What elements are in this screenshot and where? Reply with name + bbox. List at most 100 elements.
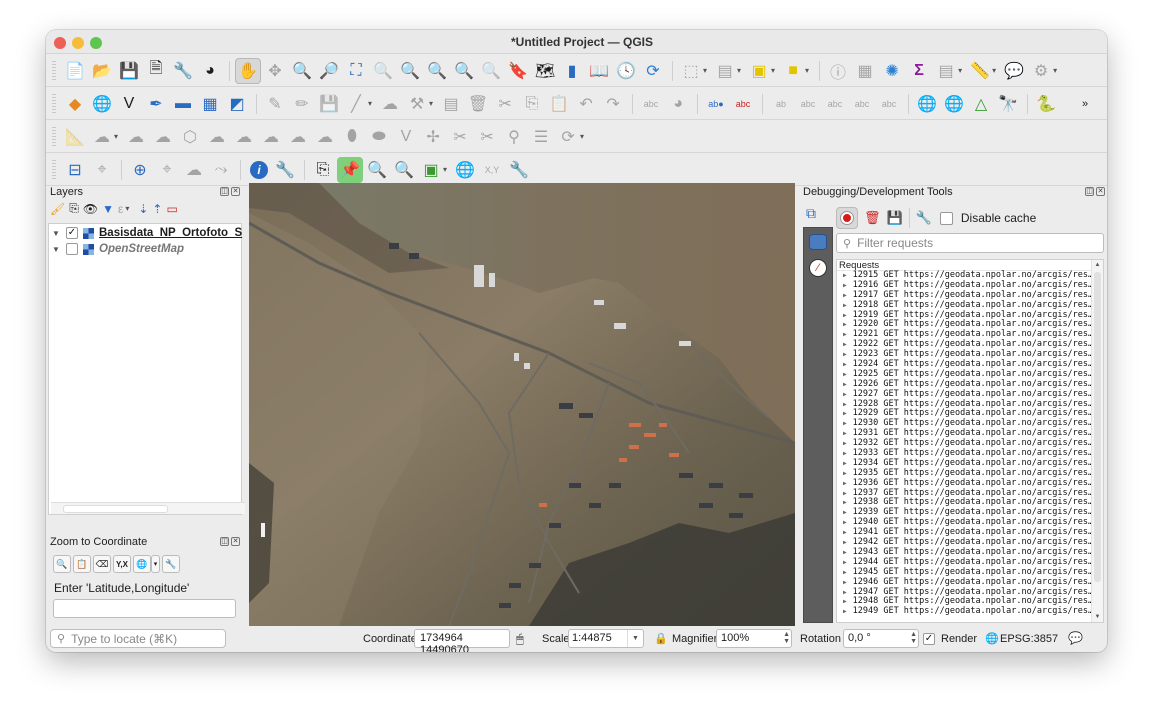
new-bookmark-icon[interactable]: 🔖 [505,58,531,84]
new-3d-map-icon[interactable]: 📖 [586,58,612,84]
rotate-label-icon[interactable]: abc [849,91,875,117]
zoom-last-icon[interactable]: 🔍 [451,58,477,84]
paste-features-icon[interactable]: 📋 [546,91,572,117]
expand-arrow-icon[interactable]: ▶ [843,341,847,348]
python-console-icon[interactable]: 🐍 [1033,91,1059,117]
record-button[interactable] [836,207,858,229]
layout-manager-icon[interactable]: 🔧 [170,58,196,84]
expand-arrow-icon[interactable]: ▶ [843,321,847,328]
expand-arrow-icon[interactable]: ▶ [843,480,847,487]
crs-globe-icon[interactable]: 🌐 [133,555,151,573]
modify-attributes-icon[interactable]: ▤ [438,91,464,117]
close-panel-button[interactable]: ✕ [231,187,240,196]
expand-chevron-icon[interactable]: ▼ [49,245,63,254]
toggle-editing-icon[interactable]: ✏ [289,91,315,117]
expand-arrow-icon[interactable]: ▶ [843,371,847,378]
split-features-icon[interactable]: ✢ [420,124,446,150]
zoom-out-icon[interactable]: 🔎 [316,58,342,84]
clear-log-icon[interactable]: 🗑 [864,210,881,226]
expand-arrow-icon[interactable]: ▶ [843,490,847,497]
zoom-to-layer-icon[interactable]: 🔍 [397,58,423,84]
select-by-location-icon[interactable]: ■ [780,58,806,84]
style-paint-icon[interactable]: 🖌 [50,202,65,216]
zoom-in-icon[interactable]: 🔍 [289,58,315,84]
pan-map-icon[interactable]: ✋ [235,57,261,84]
layer-visibility-checkbox[interactable] [66,243,78,255]
add-line-icon[interactable]: ╱ [343,91,369,117]
expand-arrow-icon[interactable]: ▶ [843,579,847,586]
database-icon[interactable] [809,234,827,250]
magnifier-spinbox[interactable]: 100% ▲ ▼ [716,629,792,648]
field-calculator-icon[interactable]: ▤ [933,58,959,84]
temporal-controller-icon[interactable]: 🕓 [613,58,639,84]
bookmark-manager-icon[interactable]: ▮ [559,58,585,84]
advanced-digitizing-icon[interactable]: 📐 [62,124,88,150]
expand-arrow-icon[interactable]: ▶ [843,272,847,279]
cut-features-icon[interactable]: ✂ [492,91,518,117]
expand-arrow-icon[interactable]: ▶ [843,410,847,417]
float-panel-button[interactable]: ◫ [220,537,229,546]
coordinate-input[interactable] [53,599,236,618]
expand-arrow-icon[interactable]: ▶ [843,608,847,615]
rotation-spinbox[interactable]: 0,0 ° ▲ ▼ [843,629,919,648]
close-panel-button[interactable]: ✕ [1096,187,1105,196]
layer-visibility-checkbox[interactable]: ✓ [66,227,78,239]
map-canvas[interactable] [249,183,795,626]
close-panel-button[interactable]: ✕ [231,537,240,546]
crs-globe-icon[interactable]: 🌐 [985,632,999,645]
new-shapefile-icon[interactable]: ✒ [143,91,169,117]
filter-expression-icon[interactable]: ε [118,202,123,216]
expand-arrow-icon[interactable]: ▶ [843,331,847,338]
save-edits-icon[interactable]: 💾 [316,91,342,117]
expand-arrow-icon[interactable]: ▶ [843,302,847,309]
pin-labels-icon[interactable]: ab [768,91,794,117]
disable-cache-checkbox[interactable] [939,211,953,225]
reverse-line-icon[interactable]: ⬬ [366,124,392,150]
add-server-layer-icon[interactable]: 🌐 [914,91,940,117]
identify-info-icon[interactable]: i [250,160,268,179]
zoom-next-icon[interactable]: 🔍 [478,58,504,84]
add-virtual-layer-icon[interactable]: ◩ [224,91,250,117]
profiler-stopwatch-icon[interactable]: ⁄ [809,259,827,277]
style-manager-icon[interactable]: ◕ [197,58,223,84]
render-checkbox[interactable]: ✓ [923,633,935,645]
zoom-to-points-icon[interactable]: 🔍 [391,157,417,183]
zoom-native-icon[interactable]: 🔍 [424,58,450,84]
expand-all-icon[interactable]: ⇣ [138,202,148,216]
add-raster-icon[interactable]: ▦ [197,91,223,117]
add-mesh-icon[interactable]: ▬ [170,91,196,117]
expand-arrow-icon[interactable]: ▶ [843,420,847,427]
reshape-features-icon[interactable]: ☁ [312,124,338,150]
expand-arrow-icon[interactable]: ▶ [843,430,847,437]
add-group-icon[interactable]: ⎘ [69,201,79,216]
fill-ring-icon[interactable]: ☁ [231,124,257,150]
globe-icon[interactable]: 🌐 [452,157,478,183]
simplify-feature-icon[interactable]: ☁ [150,124,176,150]
extent-icon[interactable]: ▣ [418,157,444,183]
crs-dropdown-icon[interactable]: ▾ [151,555,160,573]
diagram-icon[interactable]: ◕ [665,91,691,117]
expand-arrow-icon[interactable]: ▶ [843,351,847,358]
xy-coordinates-icon[interactable]: X,Y [479,157,505,183]
move-label-icon[interactable]: abc [822,91,848,117]
manage-themes-icon[interactable]: 👁 [83,202,98,216]
clear-coordinate-icon[interactable]: ⌫ [93,555,111,573]
expand-arrow-icon[interactable]: ▶ [843,450,847,457]
expand-chevron-icon[interactable]: ▼ [49,229,63,238]
delete-part-icon[interactable]: ☁ [285,124,311,150]
statistical-summary-icon[interactable]: Σ [906,58,932,84]
new-print-layout-icon[interactable]: 🗎 [143,58,169,84]
layer-item[interactable]: ▼ OpenStreetMap [49,241,184,257]
expand-arrow-icon[interactable]: ▶ [843,312,847,319]
save-project-icon[interactable]: 💾 [116,58,142,84]
add-wms-layer-icon[interactable]: 🌐 [89,91,115,117]
delete-selected-icon[interactable]: 🗑 [465,91,491,117]
expand-arrow-icon[interactable]: ▶ [843,361,847,368]
add-feature-icon[interactable]: ☁ [181,157,207,183]
merge-features-icon[interactable]: ✂ [474,124,500,150]
expand-arrow-icon[interactable]: ▶ [843,470,847,477]
show-bookmarks-icon[interactable]: 🗺 [532,58,558,84]
paste-coordinate-icon[interactable]: 📋 [73,555,91,573]
spin-arrows-icon[interactable]: ▲ ▼ [783,631,790,645]
layer-item[interactable]: ▼ ✓ Basisdata_NP_Ortofoto_S [49,225,242,241]
